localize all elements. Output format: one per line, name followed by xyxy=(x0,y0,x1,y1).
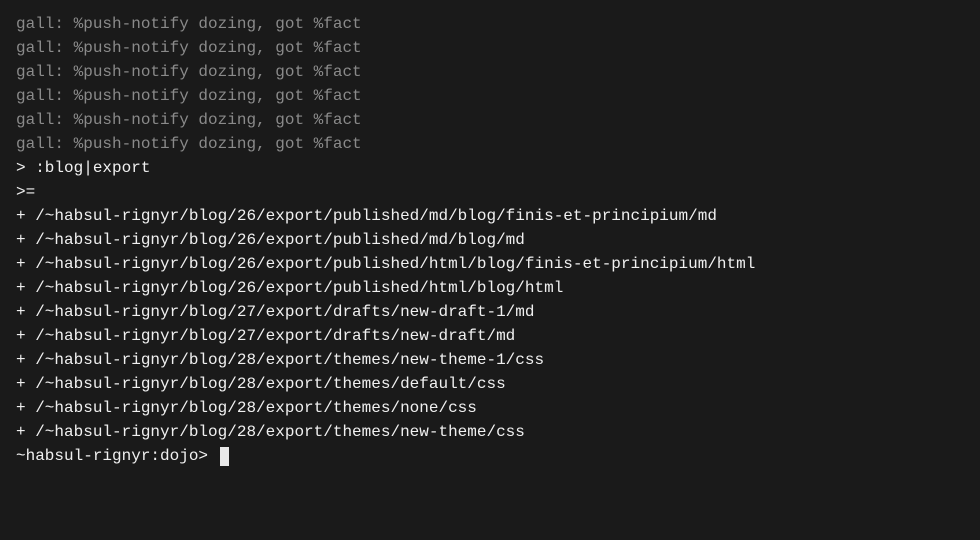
export-line: + /~habsul-rignyr/blog/27/export/drafts/… xyxy=(16,300,964,324)
log-line: gall: %push-notify dozing, got %fact xyxy=(16,60,964,84)
export-line: + /~habsul-rignyr/blog/28/export/themes/… xyxy=(16,348,964,372)
entered-command: > :blog|export xyxy=(16,156,964,180)
export-line: + /~habsul-rignyr/blog/28/export/themes/… xyxy=(16,372,964,396)
log-line: gall: %push-notify dozing, got %fact xyxy=(16,12,964,36)
export-line: + /~habsul-rignyr/blog/28/export/themes/… xyxy=(16,420,964,444)
result-marker: >= xyxy=(16,180,964,204)
export-line: + /~habsul-rignyr/blog/28/export/themes/… xyxy=(16,396,964,420)
cursor-block-icon xyxy=(220,447,229,466)
log-line: gall: %push-notify dozing, got %fact xyxy=(16,36,964,60)
log-line: gall: %push-notify dozing, got %fact xyxy=(16,84,964,108)
export-line: + /~habsul-rignyr/blog/26/export/publish… xyxy=(16,204,964,228)
terminal-viewport[interactable]: gall: %push-notify dozing, got %fact gal… xyxy=(0,0,980,480)
shell-prompt: ~habsul-rignyr:dojo> xyxy=(16,444,218,468)
export-line: + /~habsul-rignyr/blog/26/export/publish… xyxy=(16,228,964,252)
log-line: gall: %push-notify dozing, got %fact xyxy=(16,132,964,156)
log-line: gall: %push-notify dozing, got %fact xyxy=(16,108,964,132)
export-line: + /~habsul-rignyr/blog/26/export/publish… xyxy=(16,252,964,276)
prompt-row[interactable]: ~habsul-rignyr:dojo> xyxy=(16,444,964,468)
export-line: + /~habsul-rignyr/blog/27/export/drafts/… xyxy=(16,324,964,348)
export-line: + /~habsul-rignyr/blog/26/export/publish… xyxy=(16,276,964,300)
